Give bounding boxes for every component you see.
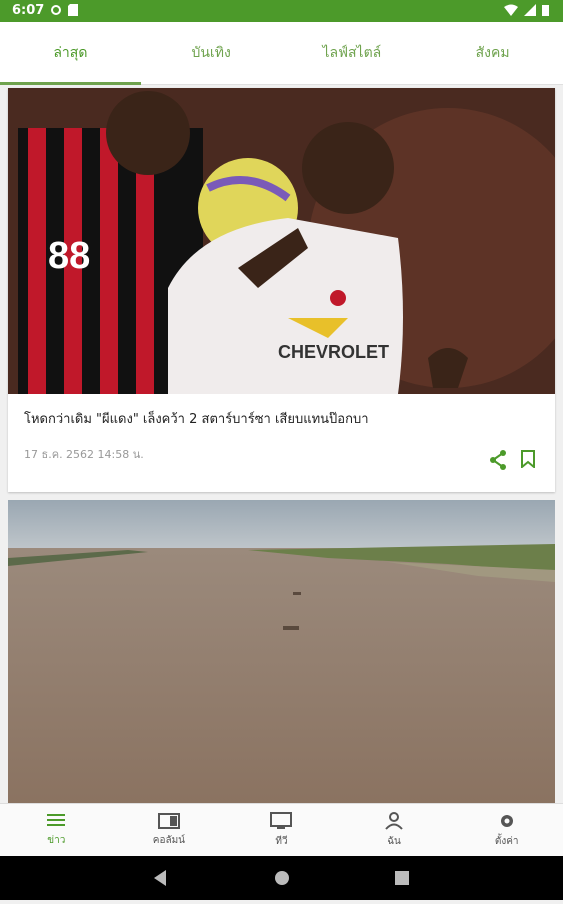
status-bar: 6:07: [0, 0, 563, 22]
gear-icon: [500, 815, 513, 827]
bottom-navigation: ข่าว คอลัมน์ ทีวี ฉัน ตั้งค่า: [0, 803, 563, 857]
article-headline[interactable]: โหดกว่าเดิม "ผีแดง" เล็งคว้า 2 สตาร์บาร์…: [24, 408, 539, 429]
news-card[interactable]: 88 CHEVROLET โหดกว่าเดิม "ผีแดง" เล็งคว้…: [8, 88, 555, 492]
article-image[interactable]: 88 CHEVROLET: [8, 88, 555, 394]
nav-me[interactable]: ฉัน: [338, 804, 451, 857]
signal-icon: [524, 4, 536, 16]
jersey-number: 88: [48, 235, 90, 277]
share-icon[interactable]: [489, 450, 507, 470]
back-icon[interactable]: [154, 870, 166, 886]
recents-icon[interactable]: [395, 871, 409, 885]
nav-settings[interactable]: ตั้งค่า: [450, 804, 563, 857]
system-navigation-bar: [0, 856, 563, 900]
nav-columns[interactable]: คอลัมน์: [113, 804, 226, 857]
list-icon: [47, 814, 66, 826]
category-tabs: ล่าสุด บันเทิง ไลฟ์สไตล์ สังคม: [0, 22, 563, 85]
nav-tv[interactable]: ทีวี: [225, 804, 338, 857]
wifi-icon: [504, 4, 518, 16]
tab-lifestyle[interactable]: ไลฟ์สไตล์: [282, 22, 423, 84]
tv-icon: [270, 812, 293, 829]
shirt-sponsor: CHEVROLET: [278, 342, 389, 362]
home-icon[interactable]: [275, 871, 289, 885]
tab-society[interactable]: สังคม: [422, 22, 563, 84]
nav-news[interactable]: ข่าว: [0, 804, 113, 857]
column-icon: [157, 813, 180, 829]
river-photo[interactable]: [8, 500, 555, 810]
system-nav-icons: [154, 870, 409, 886]
sd-card-icon: [68, 4, 78, 16]
status-time: 6:07: [12, 3, 45, 18]
battery-icon: [542, 5, 549, 16]
article-timestamp: 17 ธ.ค. 2562 14:58 น.: [24, 448, 144, 461]
tab-latest[interactable]: ล่าสุด: [0, 22, 141, 85]
settings-icon: [51, 5, 61, 15]
article-actions: [489, 450, 535, 470]
news-card[interactable]: [8, 500, 555, 810]
tab-entertainment[interactable]: บันเทิง: [141, 22, 282, 84]
bookmark-icon[interactable]: [521, 450, 535, 468]
person-icon: [385, 812, 403, 830]
football-photo: 88 CHEVROLET: [8, 88, 555, 394]
